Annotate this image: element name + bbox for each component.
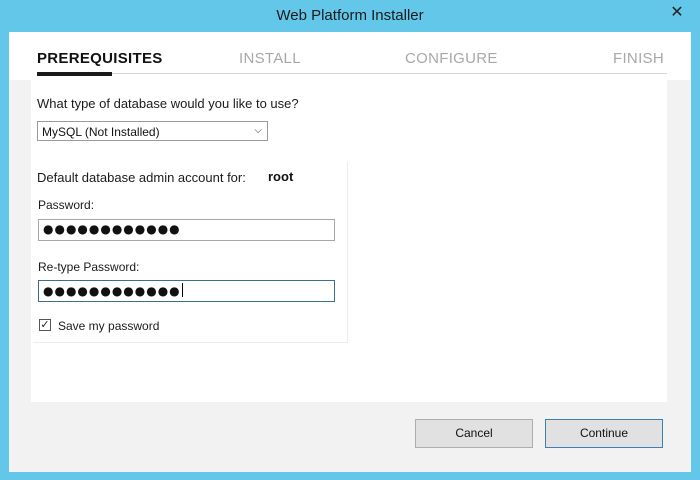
chevron-down-icon: ⌵: [254, 125, 262, 136]
account-section: [33, 162, 348, 343]
admin-account-user: root: [268, 169, 294, 184]
password-value: ●●●●●●●●●●●●: [43, 222, 181, 236]
password-field[interactable]: ●●●●●●●●●●●●: [38, 219, 335, 241]
save-password-label[interactable]: Save my password: [58, 319, 159, 333]
save-password-checkbox[interactable]: ✓: [39, 319, 51, 331]
step-install: INSTALL: [239, 50, 301, 67]
continue-button[interactable]: Continue: [545, 419, 663, 448]
installer-window: Web Platform Installer ✕ PREREQUISITES I…: [0, 0, 700, 480]
database-type-value: MySQL (Not Installed): [42, 125, 160, 139]
steps-divider: [112, 73, 667, 74]
wizard-steps: PREREQUISITES INSTALL CONFIGURE FINISH: [9, 32, 691, 80]
close-button[interactable]: ✕: [660, 0, 694, 24]
password-label: Password:: [38, 198, 95, 212]
step-configure: CONFIGURE: [405, 50, 498, 67]
retype-password-field[interactable]: ●●●●●●●●●●●●: [38, 280, 335, 302]
prerequisites-panel: What type of database would you like to …: [31, 80, 667, 402]
database-question: What type of database would you like to …: [37, 96, 299, 111]
cancel-button[interactable]: Cancel: [415, 419, 533, 448]
retype-password-label: Re-type Password:: [38, 260, 140, 274]
database-type-select[interactable]: MySQL (Not Installed) ⌵: [37, 121, 268, 141]
step-finish: FINISH: [613, 50, 664, 67]
checkmark-icon: ✓: [40, 319, 50, 331]
admin-account-label: Default database admin account for:: [37, 170, 246, 185]
step-prerequisites: PREREQUISITES: [37, 50, 163, 67]
retype-password-value: ●●●●●●●●●●●●: [43, 284, 181, 298]
title-bar[interactable]: Web Platform Installer ✕: [0, 0, 700, 32]
window-title: Web Platform Installer: [276, 7, 424, 24]
dialog-content: PREREQUISITES INSTALL CONFIGURE FINISH W…: [9, 32, 691, 472]
text-caret: [181, 283, 183, 297]
close-icon: ✕: [670, 4, 684, 21]
active-step-indicator: [37, 72, 112, 76]
